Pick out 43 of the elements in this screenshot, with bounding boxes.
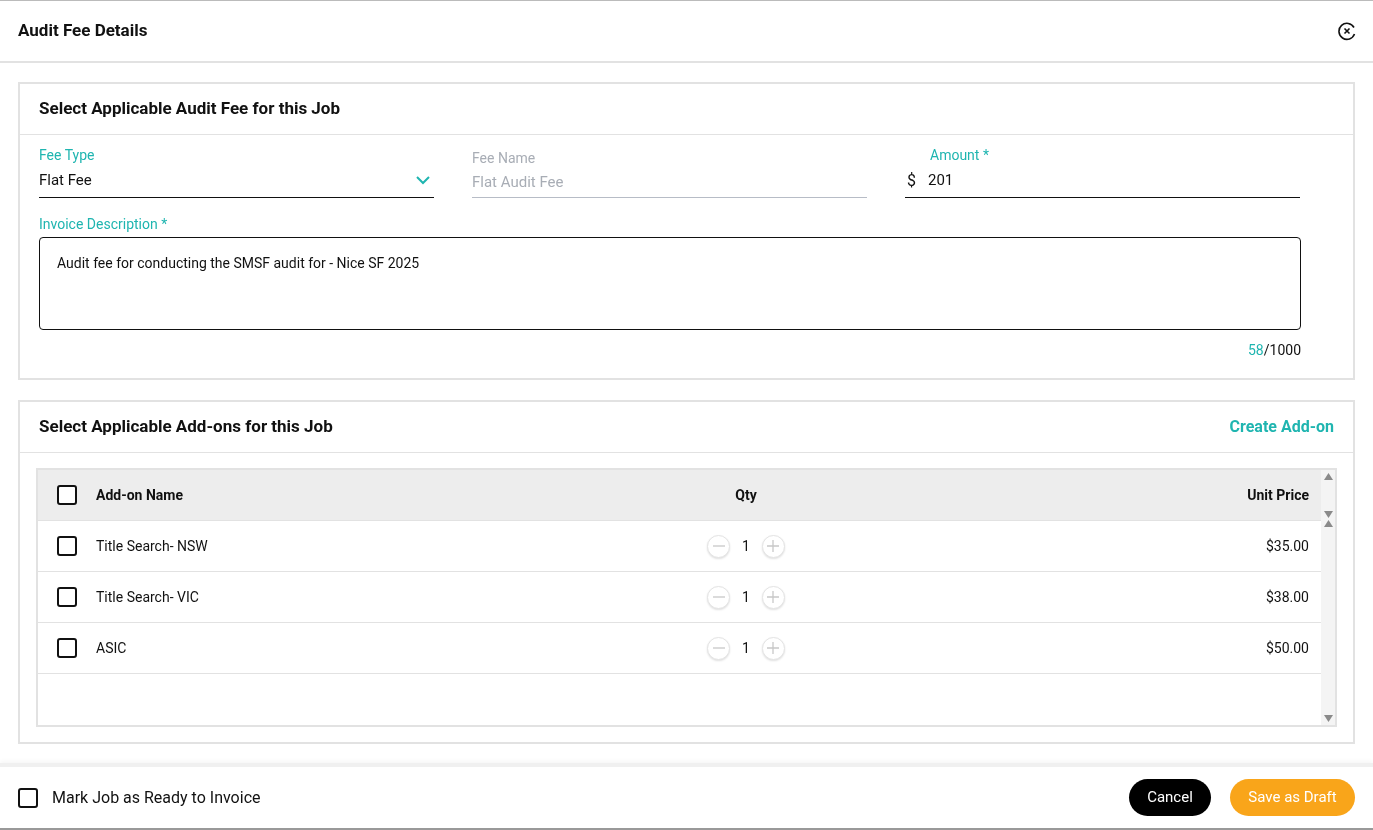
invoice-description-field[interactable]: Audit fee for conducting the SMSF audit for - Nice SF 2025	[39, 237, 1301, 330]
column-header: Unit Price	[1247, 485, 1309, 505]
addon-name: Title Search- VIC	[96, 587, 200, 607]
amount-field[interactable]: $ 201	[905, 164, 1300, 198]
plus-icon	[767, 540, 780, 552]
scrollbar[interactable]	[1321, 470, 1335, 725]
table-row[interactable]: Title Search- VIC 1 $38.00	[38, 572, 1321, 623]
fee-type-dropdown[interactable]: Flat Fee	[39, 164, 434, 198]
checkbox-label: Mark Job as Ready to Invoice	[52, 786, 261, 809]
field-label: Fee Type	[39, 146, 96, 164]
column-header: Add-on Name	[96, 485, 184, 505]
section-title: Select Applicable Add-ons for this Job	[39, 415, 333, 439]
field-label: Fee Name	[472, 149, 537, 167]
quantity-value: 1	[742, 536, 750, 556]
scroll-down-icon[interactable]	[1323, 715, 1333, 722]
unit-price: $38.00	[1265, 587, 1309, 607]
chevron-down-icon	[416, 176, 430, 185]
table-row[interactable]: Title Search- NSW 1 $35.00	[38, 521, 1321, 572]
row-checkbox[interactable]	[57, 587, 77, 607]
unit-price: $50.00	[1265, 638, 1309, 658]
select-all-checkbox[interactable]	[57, 485, 77, 505]
field-label: Amount *	[929, 146, 990, 164]
ready-to-invoice-checkbox[interactable]	[18, 787, 38, 808]
scroll-down-icon[interactable]	[1323, 511, 1333, 518]
addon-name: Title Search- NSW	[96, 536, 209, 556]
unit-price: $35.00	[1265, 536, 1309, 556]
column-header: Qty	[734, 485, 758, 505]
scroll-up-icon[interactable]	[1323, 520, 1333, 527]
row-checkbox[interactable]	[57, 638, 77, 658]
field-label: Invoice Description *	[39, 215, 169, 233]
character-counter: 58/1000	[1248, 341, 1301, 360]
section-title: Select Applicable Audit Fee for this Job	[39, 97, 340, 121]
quantity-value: 1	[742, 587, 750, 607]
close-icon[interactable]	[1337, 21, 1357, 41]
plus-icon	[767, 642, 780, 654]
table-row[interactable]: ASIC 1 $50.00	[38, 623, 1321, 674]
plus-icon	[767, 591, 780, 603]
addon-name: ASIC	[96, 638, 128, 658]
cancel-button[interactable]: Cancel	[1129, 779, 1211, 816]
quantity-value: 1	[742, 638, 750, 658]
scroll-up-icon[interactable]	[1323, 473, 1333, 480]
row-checkbox[interactable]	[57, 536, 77, 556]
dialog-title: Audit Fee Details	[18, 19, 148, 43]
